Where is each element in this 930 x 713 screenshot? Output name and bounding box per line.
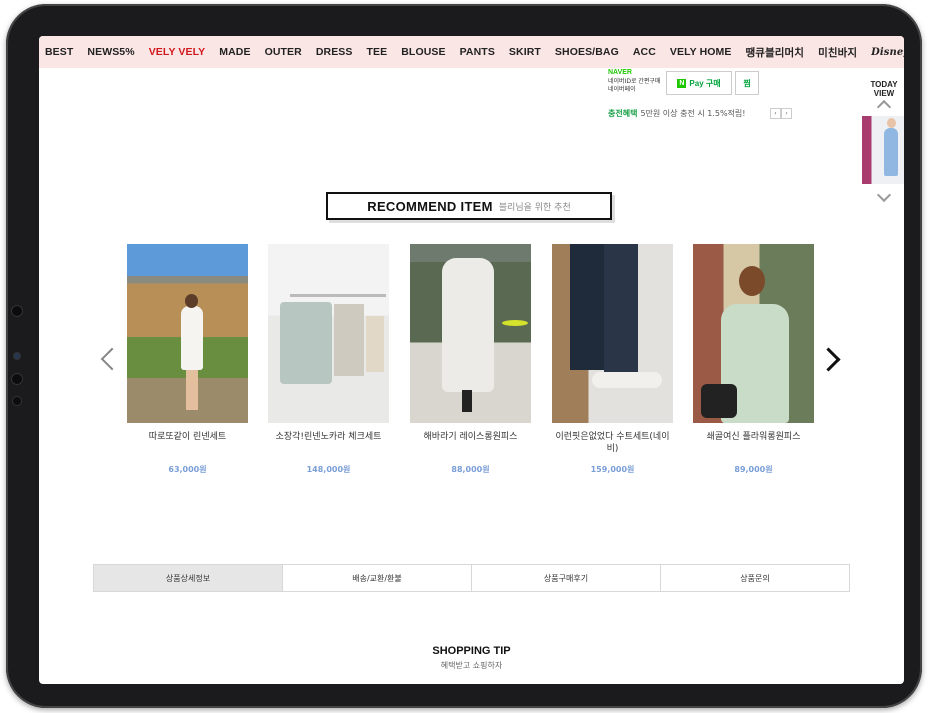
tab-reviews[interactable]: 상품구매후기 [471, 565, 660, 591]
today-view-subtitle: VIEW [873, 89, 895, 98]
product-name[interactable]: 해바라기 레이스롱원피스 [410, 431, 531, 443]
product-pants-left [570, 244, 604, 370]
screen: BEST NEWS5% VELY VELY MADE OUTER DRESS T… [39, 36, 904, 684]
benefit-next-icon[interactable]: › [781, 108, 792, 119]
tab-product-details[interactable]: 상품상세정보 [94, 565, 282, 591]
recommend-title: RECOMMEND ITEM [367, 198, 493, 214]
product-name[interactable]: 따로또같이 린넨세트 [127, 431, 248, 443]
chevron-left-icon[interactable] [100, 347, 124, 371]
nav-item-dress[interactable]: DRESS [316, 46, 353, 58]
naver-zzim-button[interactable]: 찜 [735, 71, 759, 95]
product-card[interactable]: 소장각!린넨노카라 체크세트 148,000원 [268, 244, 389, 474]
product-image[interactable] [127, 244, 248, 423]
product-card[interactable]: 쇄골여신 플라워롱원피스 89,000원 [693, 244, 814, 474]
product-model [181, 306, 203, 370]
product-image[interactable] [693, 244, 814, 423]
thumbnail-figure-head [887, 118, 896, 128]
camera-icon [13, 397, 21, 405]
product-price: 88,000원 [451, 465, 490, 474]
product-bag [701, 384, 737, 418]
nav-item-vely-vely[interactable]: VELY VELY [149, 46, 206, 58]
product-name[interactable]: 소장각!린넨노카라 체크세트 [268, 431, 389, 443]
product-card[interactable]: 따로또같이 린넨세트 63,000원 [127, 244, 248, 474]
charge-benefit: 충전혜택 5만원 이상 충전 시 1.5%적립! [608, 108, 746, 119]
camera-icon [12, 374, 22, 384]
nav-item-news[interactable]: NEWS5% [87, 46, 134, 58]
nav-item-shoes-bag[interactable]: SHOES/BAG [555, 46, 619, 58]
nav-item-tee[interactable]: TEE [367, 46, 388, 58]
product-name[interactable]: 이런핏은없었다 수트세트(네이비) [552, 431, 673, 455]
product-pants [334, 304, 364, 376]
nav-item-pants[interactable]: PANTS [460, 46, 495, 58]
recommend-subtitle: 블리님을 위한 추천 [498, 202, 571, 213]
product-skirt [366, 316, 384, 372]
naver-n-icon: N [677, 78, 687, 88]
product-table [502, 320, 528, 326]
product-model-legs [186, 370, 198, 410]
thumbnail-figure-dress [884, 128, 898, 176]
product-price: 159,000원 [590, 465, 635, 474]
nav-item-blouse[interactable]: BLOUSE [401, 46, 445, 58]
tablet-frame: BEST NEWS5% VELY VELY MADE OUTER DRESS T… [6, 4, 922, 708]
charge-benefit-label: 충전혜택 [608, 109, 638, 118]
camera-icon [12, 306, 22, 316]
nav-item-skirt[interactable]: SKIRT [509, 46, 541, 58]
nav-item-best[interactable]: BEST [45, 46, 73, 58]
chevron-up-icon[interactable] [876, 99, 892, 115]
nav-item-disney-logo[interactable]: Disney [871, 47, 904, 58]
nav-item-vely-home[interactable]: VELY HOME [670, 46, 732, 58]
product-price: 148,000원 [306, 465, 351, 474]
product-jacket [280, 302, 332, 384]
nav-item-made[interactable]: MADE [219, 46, 250, 58]
naver-pay-description: 네이버ID로 간편구매 네이버페이 [608, 78, 661, 93]
tab-qna[interactable]: 상품문의 [660, 565, 849, 591]
product-model-legs [462, 390, 472, 412]
product-model-head [185, 294, 198, 308]
product-price: 63,000원 [168, 465, 207, 474]
shopping-tip-title: SHOPPING TIP [432, 645, 511, 657]
tab-shipping-exchange[interactable]: 배송/교환/환불 [282, 565, 471, 591]
nav-item-crazy-pants[interactable]: 미친바지 [818, 45, 857, 60]
naver-pay-label: Pay 구매 [689, 78, 721, 88]
product-detail-tabs: 상품상세정보 배송/교환/환불 상품구매후기 상품문의 [93, 564, 850, 592]
product-model-dress [442, 258, 494, 392]
shopping-tip-subtitle: 혜택받고 쇼핑하자 [440, 661, 503, 670]
chevron-right-icon[interactable] [816, 347, 841, 372]
nav-item-outer[interactable]: OUTER [265, 46, 302, 58]
product-rack [290, 294, 386, 297]
product-model-head [739, 266, 765, 296]
product-pants-right [604, 244, 638, 378]
product-card[interactable]: 해바라기 레이스롱원피스 88,000원 [410, 244, 531, 474]
product-price: 89,000원 [734, 465, 773, 474]
product-card[interactable]: 이런핏은없었다 수트세트(네이비) 159,000원 [552, 244, 673, 474]
product-name[interactable]: 쇄골여신 플라워롱원피스 [693, 431, 814, 443]
product-shoe [592, 372, 662, 388]
top-navigation: BEST NEWS5% VELY VELY MADE OUTER DRESS T… [39, 36, 904, 68]
product-image[interactable] [552, 244, 673, 423]
benefit-pager: ‹ › [770, 108, 792, 119]
today-view-thumbnail[interactable] [862, 116, 904, 184]
nav-item-acc[interactable]: ACC [633, 46, 656, 58]
charge-benefit-text: 5만원 이상 충전 시 1.5%적립! [640, 109, 746, 118]
naver-pay-button[interactable]: N Pay 구매 [666, 71, 732, 95]
benefit-prev-icon[interactable]: ‹ [770, 108, 781, 119]
sensor-icon [14, 353, 20, 359]
recommend-header: RECOMMEND ITEM 블리님을 위한 추천 [326, 192, 612, 220]
naver-logo: NAVER [608, 69, 632, 76]
chevron-down-icon[interactable] [876, 187, 892, 203]
product-image[interactable] [410, 244, 531, 423]
nav-item-thankyou-merch[interactable]: 땡큐블리머치 [746, 45, 805, 60]
today-view-panel: TODAY VIEW [859, 80, 904, 203]
product-image[interactable] [268, 244, 389, 423]
today-view-title: TODAY [870, 80, 898, 89]
